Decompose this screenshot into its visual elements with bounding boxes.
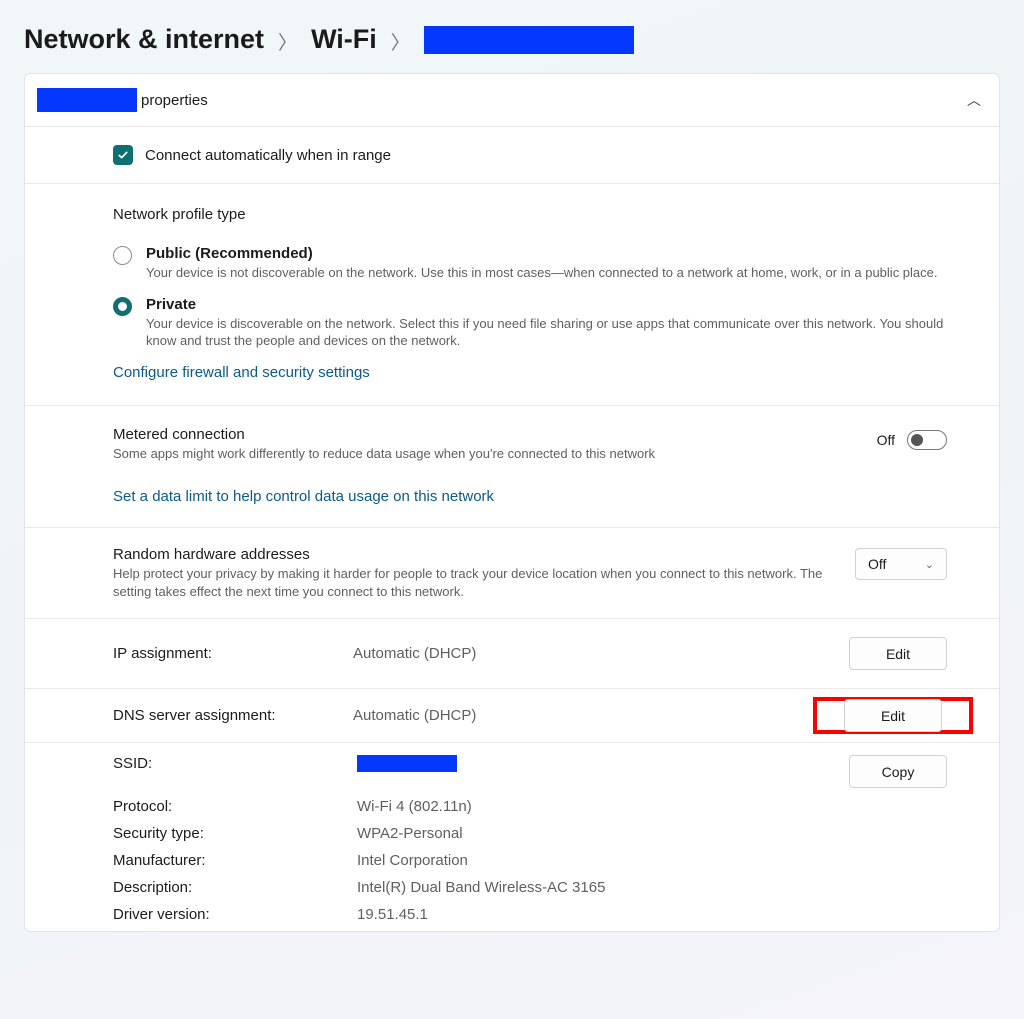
properties-card: properties ︿ Connect automatically when … (24, 73, 1000, 932)
random-mac-title: Random hardware addresses (113, 546, 831, 563)
ip-assignment-row: IP assignment: Automatic (DHCP) Edit (25, 619, 999, 689)
detail-security-label: Security type: (113, 825, 357, 842)
radio-public-label: Public (Recommended) (146, 245, 938, 262)
detail-driver-value: 19.51.45.1 (357, 906, 849, 923)
chevron-up-icon: ︿ (967, 90, 981, 110)
radio-public[interactable]: Public (Recommended) Your device is not … (113, 245, 999, 282)
detail-security-value: WPA2-Personal (357, 825, 849, 842)
random-mac-dropdown-value: Off (868, 556, 886, 572)
ssid-redacted-value (357, 755, 457, 772)
radio-private-desc: Your device is discoverable on the netwo… (146, 315, 947, 350)
detail-manufacturer-value: Intel Corporation (357, 852, 849, 869)
ip-assignment-value: Automatic (DHCP) (353, 645, 849, 662)
auto-connect-label: Connect automatically when in range (145, 147, 391, 164)
properties-header-label: properties (141, 92, 208, 109)
detail-driver-label: Driver version: (113, 906, 357, 923)
chevron-right-icon: 〉 (391, 28, 410, 55)
dns-assignment-label: DNS server assignment: (113, 707, 353, 724)
breadcrumb-ssid-redacted (424, 26, 634, 54)
chevron-right-icon: 〉 (278, 28, 297, 55)
auto-connect-checkbox[interactable] (113, 145, 133, 165)
metered-desc: Some apps might work differently to redu… (113, 445, 853, 463)
metered-toggle[interactable] (907, 430, 947, 450)
detail-ssid-label: SSID: (113, 755, 357, 788)
check-icon (117, 149, 129, 161)
network-details: SSID: Copy Protocol: Wi-Fi 4 (802.11n) S… (25, 743, 999, 931)
metered-toggle-wrap: Off (877, 430, 947, 450)
ip-assignment-label: IP assignment: (113, 645, 353, 662)
radio-private-label: Private (146, 296, 947, 313)
dns-edit-highlight: Edit (813, 697, 973, 734)
dns-assignment-row: DNS server assignment: Automatic (DHCP) … (25, 689, 999, 743)
radio-private-circle[interactable] (113, 297, 132, 316)
random-mac-desc: Help protect your privacy by making it h… (113, 565, 831, 600)
breadcrumb: Network & internet 〉 Wi-Fi 〉 (0, 0, 1024, 73)
detail-protocol-label: Protocol: (113, 798, 357, 815)
radio-public-desc: Your device is not discoverable on the n… (146, 264, 938, 282)
chevron-down-icon: ⌄ (925, 558, 934, 571)
ssid-redacted-small (37, 88, 137, 112)
toggle-knob (911, 434, 923, 446)
random-mac-section: Random hardware addresses Help protect y… (25, 528, 999, 619)
detail-ssid-value (357, 755, 849, 788)
profile-type-section: Network profile type Public (Recommended… (25, 184, 999, 406)
radio-public-circle[interactable] (113, 246, 132, 265)
properties-expander[interactable]: properties ︿ (25, 74, 999, 127)
profile-type-title: Network profile type (113, 206, 999, 223)
ip-edit-button[interactable]: Edit (849, 637, 947, 670)
dns-edit-button[interactable]: Edit (844, 699, 942, 732)
data-limit-link[interactable]: Set a data limit to help control data us… (113, 488, 999, 505)
metered-title: Metered connection (113, 426, 853, 443)
detail-protocol-value: Wi-Fi 4 (802.11n) (357, 798, 849, 815)
firewall-link[interactable]: Configure firewall and security settings (113, 364, 999, 381)
detail-description-label: Description: (113, 879, 357, 896)
detail-description-value: Intel(R) Dual Band Wireless-AC 3165 (357, 879, 849, 896)
copy-button[interactable]: Copy (849, 755, 947, 788)
breadcrumb-network[interactable]: Network & internet (24, 24, 264, 55)
auto-connect-row: Connect automatically when in range (25, 127, 999, 184)
radio-private[interactable]: Private Your device is discoverable on t… (113, 296, 999, 350)
metered-section: Metered connection Some apps might work … (25, 406, 999, 529)
metered-toggle-label: Off (877, 432, 895, 448)
breadcrumb-wifi[interactable]: Wi-Fi (311, 24, 377, 55)
random-mac-dropdown[interactable]: Off ⌄ (855, 548, 947, 580)
detail-manufacturer-label: Manufacturer: (113, 852, 357, 869)
